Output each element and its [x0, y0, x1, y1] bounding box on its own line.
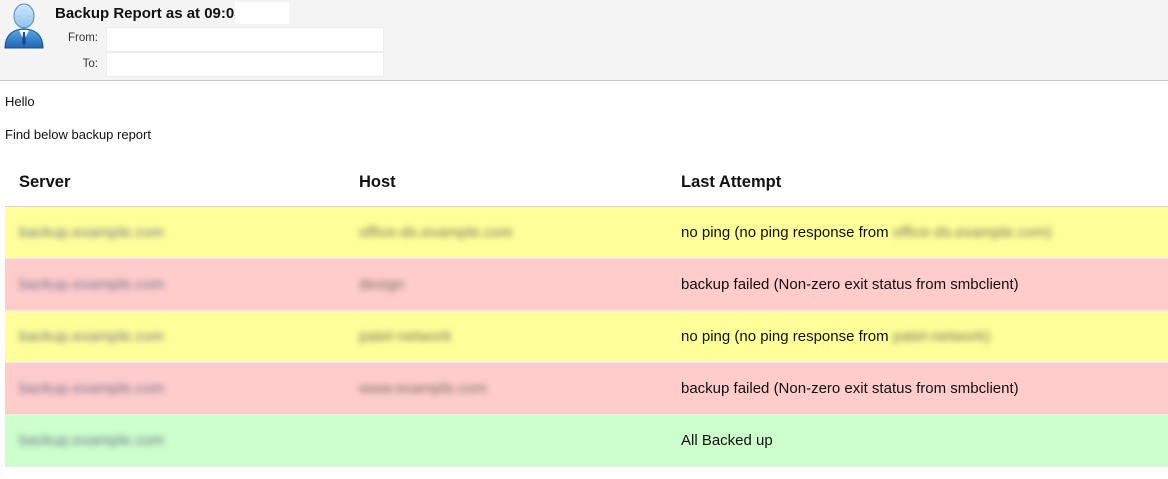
status-message-prefix: no ping (no ping response from — [681, 328, 893, 345]
host-name: patel-network — [359, 328, 452, 345]
column-header-last-attempt: Last Attempt — [667, 158, 1168, 207]
column-header-host: Host — [339, 158, 667, 207]
status-message: backup failed (Non-zero exit status from… — [681, 380, 1019, 397]
backup-report-table: Server Host Last Attempt backup.example.… — [5, 158, 1168, 467]
table-row: backup.example.com design backup failed … — [5, 258, 1168, 311]
host-cell: www.example.com — [339, 362, 667, 415]
server-name: backup.example.com — [19, 328, 165, 345]
status-message-host: patel-network) — [892, 328, 991, 345]
to-field[interactable] — [106, 52, 384, 77]
last-attempt-cell: backup failed (Non-zero exit status from… — [667, 258, 1168, 311]
status-message: backup failed (Non-zero exit status from… — [681, 276, 1019, 293]
from-label: From: — [67, 32, 98, 44]
server-cell: backup.example.com — [5, 206, 339, 259]
subject-redaction — [235, 2, 289, 24]
server-cell: backup.example.com — [5, 258, 339, 311]
server-name: backup.example.com — [19, 432, 165, 449]
last-attempt-cell: no ping (no ping response from patel-net… — [667, 310, 1168, 363]
host-name: design — [359, 276, 405, 293]
server-cell: backup.example.com — [5, 414, 339, 467]
status-message-prefix: no ping (no ping response from — [681, 224, 893, 241]
server-cell: backup.example.com — [5, 310, 339, 363]
user-avatar-icon — [4, 3, 44, 49]
table-header-row: Server Host Last Attempt — [5, 158, 1168, 207]
table-row: backup.example.com www.example.com backu… — [5, 362, 1168, 415]
server-name: backup.example.com — [19, 224, 165, 241]
table-row: backup.example.com office-ds.example.com… — [5, 206, 1168, 259]
intro-text: Find below backup report — [5, 127, 151, 142]
host-cell: patel-network — [339, 310, 667, 363]
table-row: backup.example.com All Backed up — [5, 414, 1168, 467]
last-attempt-cell: backup failed (Non-zero exit status from… — [667, 362, 1168, 415]
last-attempt-cell: All Backed up — [667, 414, 1168, 467]
greeting-text: Hello — [5, 94, 35, 109]
host-cell: design — [339, 258, 667, 311]
column-header-server: Server — [5, 158, 339, 207]
server-name: backup.example.com — [19, 276, 165, 293]
server-name: backup.example.com — [19, 380, 165, 397]
host-cell: office-ds.example.com — [339, 206, 667, 259]
status-message: All Backed up — [681, 432, 773, 449]
host-name: www.example.com — [359, 380, 488, 397]
email-header: Backup Report as at 09:03 From: To: — [0, 0, 1168, 81]
host-name: office-ds.example.com — [359, 224, 513, 241]
table-row: backup.example.com patel-network no ping… — [5, 310, 1168, 363]
host-cell — [339, 414, 667, 467]
from-field[interactable] — [106, 27, 384, 52]
server-cell: backup.example.com — [5, 362, 339, 415]
status-message-host: office-ds.example.com) — [892, 224, 1052, 241]
email-subject: Backup Report as at 09:03 — [55, 5, 243, 22]
last-attempt-cell: no ping (no ping response from office-ds… — [667, 206, 1168, 259]
to-label: To: — [82, 58, 98, 70]
